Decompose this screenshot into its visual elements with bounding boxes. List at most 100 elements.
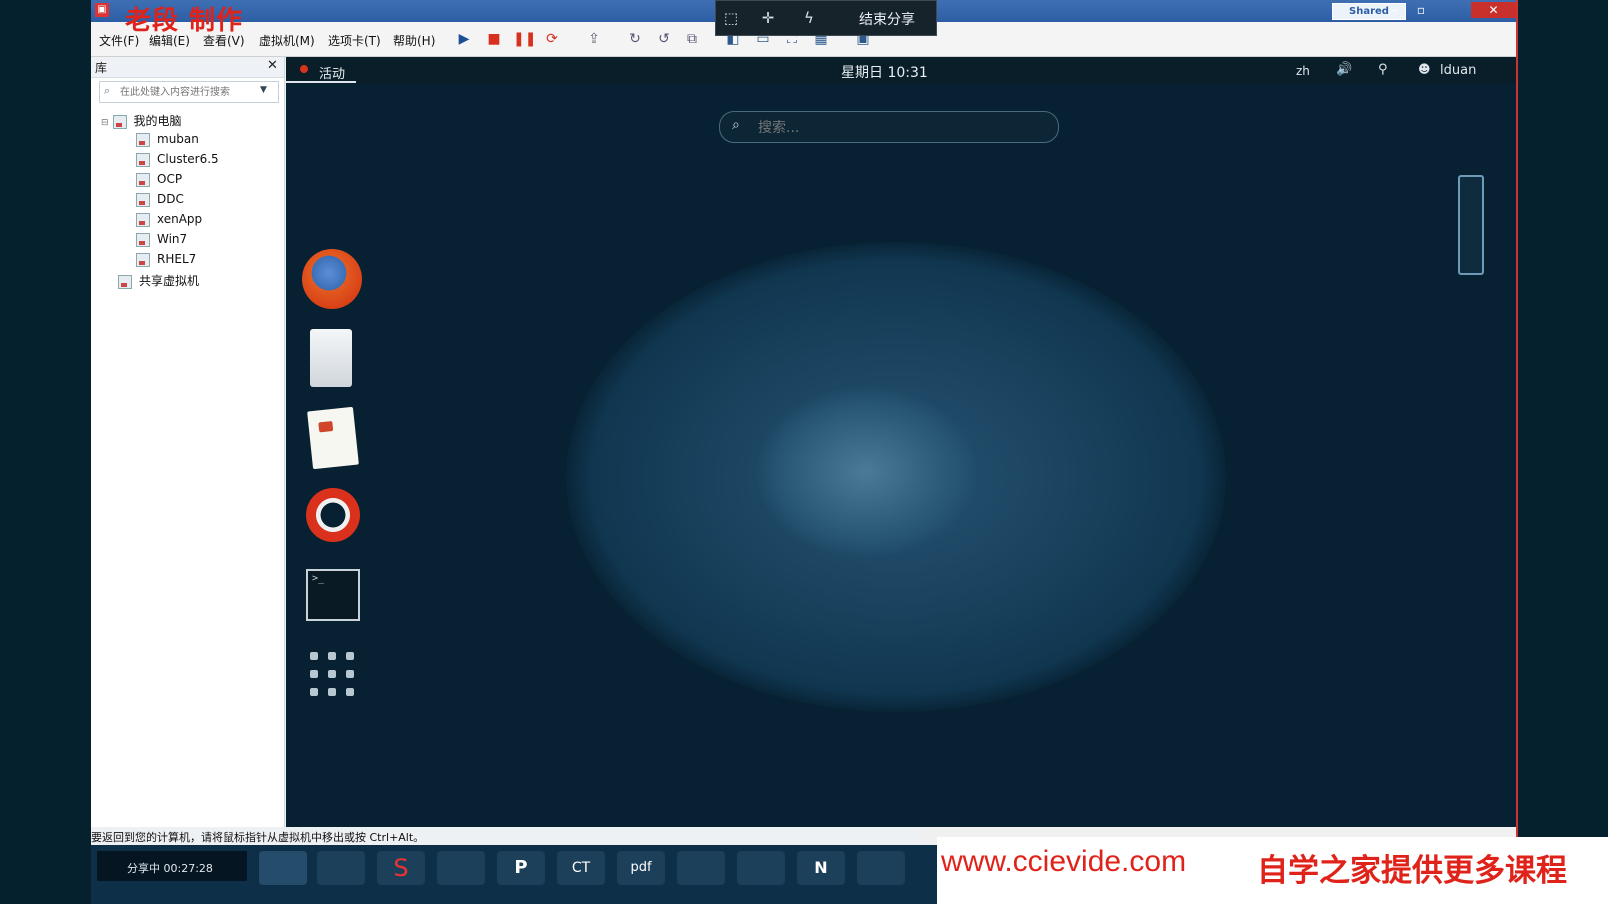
tree-vm-item[interactable]: Cluster6.5 — [136, 152, 219, 172]
vm-icon — [136, 152, 150, 167]
desktop-background-right — [1516, 0, 1608, 904]
menu-help[interactable]: 帮助(H) — [393, 32, 435, 49]
menu-tabs[interactable]: 选项卡(T) — [328, 32, 381, 49]
user-menu[interactable]: lduan — [1440, 63, 1476, 78]
tree-label: 我的电脑 — [133, 114, 182, 128]
network-icon[interactable]: ⚲ — [1378, 62, 1388, 77]
shared-vms-icon — [118, 274, 132, 289]
library-title: 库 — [95, 61, 108, 75]
taskbar-app-icon[interactable] — [259, 851, 307, 885]
tree-my-computer[interactable]: ⊟ 我的电脑 — [101, 112, 182, 132]
grid-dot — [328, 670, 336, 678]
grid-dot — [346, 688, 354, 696]
tree-vm-item[interactable]: DDC — [136, 192, 184, 212]
tree-shared-vms[interactable]: 共享虚拟机 — [118, 272, 199, 292]
vm-label: Cluster6.5 — [157, 152, 219, 166]
play-icon[interactable]: ▶ — [454, 29, 474, 49]
collapse-icon[interactable]: ⊟ — [101, 118, 109, 128]
end-share-button[interactable]: 结束分享 — [859, 9, 915, 29]
revert-snapshot-icon[interactable]: ↺ — [654, 29, 674, 49]
workspace-switcher[interactable] — [1458, 175, 1484, 275]
user-icon[interactable]: ☻ — [1418, 62, 1431, 76]
terminal-icon[interactable]: >_ — [306, 569, 360, 621]
taskbar-app-icon[interactable]: S — [377, 851, 425, 885]
desktop-background-left — [0, 0, 91, 904]
wallpaper-highlight — [756, 387, 976, 557]
taskbar-app-icon[interactable]: P — [497, 851, 545, 885]
activities-button[interactable]: 活动 — [319, 63, 345, 82]
share-timer-label: 分享中 00:27:28 — [127, 862, 213, 875]
tree-vm-item[interactable]: Win7 — [136, 232, 187, 252]
vm-label: RHEL7 — [157, 252, 197, 266]
vm-icon — [136, 232, 150, 247]
close-button[interactable]: ✕ — [1471, 2, 1516, 18]
vm-label: Win7 — [157, 232, 188, 246]
tree-vm-item[interactable]: xenApp — [136, 212, 202, 232]
ad-url: www.ccievide.com — [941, 845, 1187, 878]
pointer-icon[interactable]: ⬚ — [720, 7, 742, 29]
tree-label: 共享虚拟机 — [139, 274, 200, 288]
library-search-input[interactable] — [120, 82, 255, 102]
taskbar-database-icon[interactable] — [437, 851, 485, 885]
terminal-prompt: >_ — [312, 573, 325, 584]
vm-icon — [136, 212, 150, 227]
tree-vm-item[interactable]: muban — [136, 132, 199, 152]
gnome-top-bar: 活动 星期日 10:31 zh 🔊 ⚲ ☻ lduan — [286, 57, 1516, 84]
taskbar-app-icon[interactable] — [317, 851, 365, 885]
guest-desktop[interactable]: 活动 星期日 10:31 zh 🔊 ⚲ ☻ lduan ⌕ >_ — [286, 57, 1516, 827]
vm-label: OCP — [157, 172, 183, 186]
snapshot-manager-icon[interactable]: ⧉ — [682, 29, 702, 49]
close-icon[interactable]: ✕ — [267, 58, 278, 73]
vm-running-icon — [136, 252, 150, 267]
taskbar-pdf-icon[interactable]: pdf — [617, 851, 665, 885]
vm-icon — [136, 132, 150, 147]
restart-icon[interactable]: ⟳ — [542, 29, 562, 49]
redhat-icon — [300, 65, 308, 73]
send-keys-icon[interactable]: ⇪ — [584, 29, 604, 49]
taskbar-onenote-icon[interactable]: N — [797, 851, 845, 885]
activities-indicator — [286, 81, 356, 83]
editor-mark — [318, 420, 334, 433]
overview-search[interactable]: ⌕ — [719, 111, 1059, 143]
taskbar-app-icon[interactable] — [857, 851, 905, 885]
volume-icon[interactable]: 🔊 — [1336, 62, 1352, 77]
menu-vm[interactable]: 虚拟机(M) — [259, 32, 315, 49]
grid-dot — [310, 652, 318, 660]
overview-search-input[interactable] — [756, 116, 1050, 140]
taskbar-app-icon[interactable] — [677, 851, 725, 885]
status-bar: 要返回到您的计算机，请将鼠标指针从虚拟机中移出或按 Ctrl+Alt。 — [91, 827, 921, 845]
move-icon[interactable]: ✛ — [757, 7, 779, 29]
vm-label: DDC — [157, 192, 184, 206]
chevron-down-icon[interactable]: ▼ — [260, 85, 267, 95]
ad-text: 自学之家提供更多课程 — [1257, 853, 1567, 889]
app-icon: ▣ — [95, 3, 109, 17]
vm-icon — [136, 192, 150, 207]
library-search[interactable]: ⌕ ▼ — [99, 81, 279, 103]
status-hint: 要返回到您的计算机，请将鼠标指针从虚拟机中移出或按 Ctrl+Alt。 — [91, 831, 425, 844]
clock[interactable]: 星期日 10:31 — [841, 62, 928, 82]
minimize-button[interactable]: – — [1383, 2, 1407, 18]
text-editor-icon[interactable] — [307, 406, 359, 470]
pause-icon[interactable]: ❚❚ — [513, 29, 536, 49]
grid-dot — [310, 670, 318, 678]
tree-vm-item-active[interactable]: RHEL7 — [136, 252, 196, 272]
firefox-icon[interactable] — [302, 249, 362, 309]
vm-icon — [136, 172, 150, 187]
taskbar-app-icon[interactable]: CT — [557, 851, 605, 885]
help-icon[interactable] — [306, 488, 360, 542]
snapshot-icon[interactable]: ↻ — [625, 29, 645, 49]
share-timer[interactable]: 分享中 00:27:28 — [97, 851, 247, 881]
computer-icon — [112, 114, 127, 129]
input-language[interactable]: zh — [1296, 64, 1310, 78]
tree-vm-item[interactable]: OCP — [136, 172, 182, 192]
maximize-button[interactable]: ▫ — [1409, 2, 1433, 18]
stop-icon[interactable]: ■ — [484, 29, 504, 49]
grid-dot — [346, 670, 354, 678]
taskbar-paint-icon[interactable] — [737, 851, 785, 885]
annotate-icon[interactable]: ϟ — [798, 7, 820, 29]
vm-label: muban — [157, 132, 199, 146]
vmware-window: ▣ Shared – ▫ ✕ 文件(F) 编辑(E) 查看(V) 虚拟机(M) … — [91, 0, 1518, 858]
files-icon[interactable] — [310, 329, 352, 387]
show-applications-icon[interactable] — [310, 652, 354, 696]
grid-dot — [328, 652, 336, 660]
